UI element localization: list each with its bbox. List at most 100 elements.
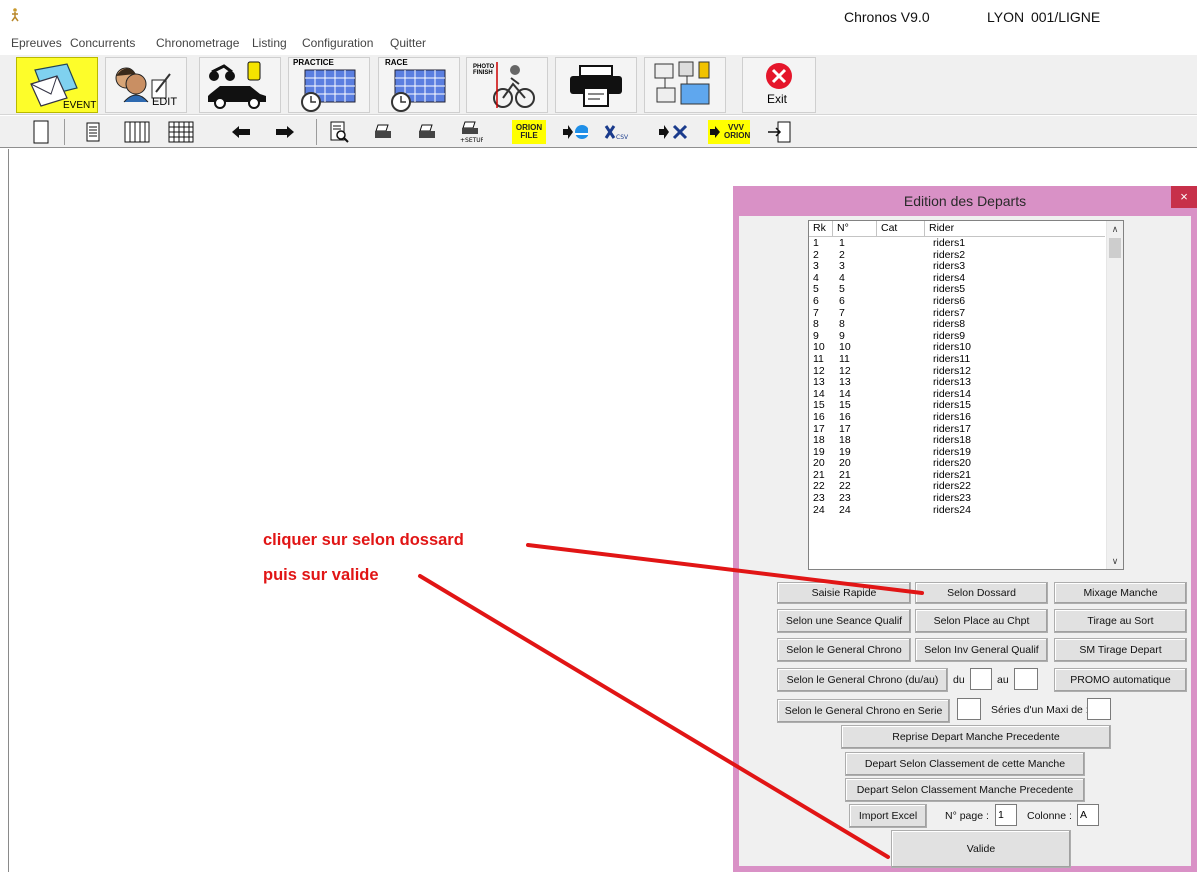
table-row[interactable]: 18 18 riders18 [809, 434, 1105, 447]
print-quick-button[interactable] [414, 119, 440, 145]
previous-button[interactable] [228, 119, 254, 145]
next-button[interactable] [272, 119, 298, 145]
printer-setup-icon: +SETUP [460, 121, 483, 144]
list-view-button[interactable] [80, 119, 106, 145]
tirage-au-sort-button[interactable]: Tirage au Sort [1054, 609, 1187, 633]
menu-chronometrage[interactable]: Chronometrage [156, 36, 239, 50]
print-button[interactable] [555, 57, 637, 113]
print-setup-button[interactable]: +SETUP [458, 119, 484, 145]
table-view-button[interactable] [168, 119, 194, 145]
column-header-rk[interactable]: Rk [809, 221, 833, 237]
series-count-input[interactable] [957, 698, 981, 720]
preview-button[interactable] [326, 119, 352, 145]
series-maxi-input[interactable] [1087, 698, 1111, 720]
exit-button[interactable]: Exit [742, 57, 816, 113]
export-excel-button[interactable] [658, 119, 692, 145]
colonne-label: Colonne : [1027, 810, 1072, 822]
colonne-input[interactable] [1077, 804, 1099, 826]
event-caption: EVENT [63, 100, 97, 111]
app-runner-icon [11, 8, 19, 22]
scroll-up-icon[interactable]: ∧ [1107, 221, 1123, 237]
table-row[interactable]: 24 24 riders24 [809, 504, 1105, 517]
cell-rk: 23 [813, 492, 825, 505]
selon-dossard-button[interactable]: Selon Dossard [915, 582, 1048, 604]
scroll-down-icon[interactable]: ∨ [1107, 553, 1123, 569]
table-row[interactable]: 23 23 riders23 [809, 492, 1105, 505]
list-document-icon [86, 122, 100, 142]
sm-tirage-depart-button[interactable]: SM Tirage Depart [1054, 638, 1187, 662]
depart-classement-manche-precedente-button[interactable]: Depart Selon Classement Manche Precedent… [845, 778, 1085, 802]
scroll-thumb[interactable] [1109, 238, 1121, 258]
export-excel-icon [659, 124, 688, 140]
columns-view-button[interactable] [124, 119, 150, 145]
window-location: LYON 001/LIGNE [987, 9, 1101, 25]
event-button[interactable]: EVENT [16, 57, 98, 113]
annotation-instruction-1: cliquer sur selon dossard [263, 531, 464, 549]
list-vertical-scrollbar[interactable]: ∧ ∨ [1106, 221, 1123, 569]
au-input[interactable] [1014, 668, 1038, 690]
vvv-orion-button[interactable]: VVV ORION [708, 120, 750, 144]
edit-caption: EDIT [152, 96, 178, 108]
cell-rider: riders16 [933, 410, 971, 423]
cell-rider: riders13 [933, 376, 971, 389]
cell-number: 8 [839, 318, 845, 331]
print-preview-icon [330, 121, 349, 143]
export-web-button[interactable] [562, 119, 588, 145]
table-row[interactable]: 16 16 riders16 [809, 410, 1105, 424]
du-input[interactable] [970, 668, 992, 690]
blank-page-button[interactable] [28, 119, 54, 145]
menu-configuration[interactable]: Configuration [302, 36, 373, 50]
cell-number: 11 [839, 352, 850, 365]
menu-concurrents[interactable]: Concurrents [70, 36, 135, 50]
photo-finish-button[interactable]: PHOTO FINISH [466, 57, 548, 113]
print-small-button[interactable] [370, 119, 396, 145]
menu-quitter[interactable]: Quitter [390, 36, 426, 50]
printer-icon [570, 65, 622, 107]
column-header-rider[interactable]: Rider [925, 221, 1105, 237]
table-row[interactable]: 6 6 riders6 [809, 294, 1105, 308]
valide-button[interactable]: Valide [891, 830, 1071, 868]
reprise-depart-manche-precedente-button[interactable]: Reprise Depart Manche Precedente [841, 725, 1111, 749]
n-page-input[interactable] [995, 804, 1017, 826]
cell-number: 13 [839, 376, 851, 389]
depart-classement-cette-manche-button[interactable]: Depart Selon Classement de cette Manche [845, 752, 1085, 776]
blank-page-icon [33, 120, 49, 144]
table-row[interactable]: 13 13 riders13 [809, 377, 1105, 389]
import-excel-button[interactable]: Import Excel [849, 804, 927, 828]
selon-seance-qualif-button[interactable]: Selon une Seance Qualif [777, 609, 911, 633]
network-button[interactable] [644, 57, 726, 113]
vehicles-button[interactable] [199, 57, 281, 113]
csv-label: CSV [616, 134, 629, 141]
columns-grid-icon [124, 121, 150, 143]
mixage-manche-button[interactable]: Mixage Manche [1054, 582, 1187, 604]
selon-general-chrono-button[interactable]: Selon le General Chrono [777, 638, 911, 662]
import-file-button[interactable] [764, 119, 794, 145]
menu-listing[interactable]: Listing [252, 36, 287, 50]
promo-automatique-button[interactable]: PROMO automatique [1054, 668, 1187, 692]
selon-place-chpt-button[interactable]: Selon Place au Chpt [915, 609, 1048, 633]
column-header-number[interactable]: N° [833, 221, 877, 237]
edit-concurrents-button[interactable]: EDIT [105, 57, 187, 113]
dialog-title: Edition des Departs [903, 193, 1027, 209]
orion-file-button[interactable]: ORION FILE [512, 120, 546, 144]
export-csv-button[interactable]: CSV [604, 119, 634, 145]
race-button[interactable]: RACE [378, 57, 460, 113]
title-bar: Chronos V9.0 LYON 001/LIGNE [0, 0, 1197, 34]
saisie-rapide-button[interactable]: Saisie Rapide [777, 582, 911, 604]
selon-general-chrono-serie-button[interactable]: Selon le General Chrono en Serie [777, 699, 950, 723]
selon-general-chrono-du-au-button[interactable]: Selon le General Chrono (du/au) [777, 668, 948, 692]
edition-departs-dialog: Edition des Departs × Rk N° Cat Rider 11… [733, 186, 1197, 872]
cell-number: 23 [839, 492, 851, 505]
practice-button[interactable]: PRACTICE [288, 57, 370, 113]
column-header-cat[interactable]: Cat [877, 221, 925, 237]
selon-inv-general-qualif-button[interactable]: Selon Inv General Qualif [915, 638, 1048, 662]
menu-epreuves[interactable]: Epreuves [11, 36, 62, 50]
table-row[interactable]: 8 8 riders8 [809, 319, 1105, 331]
cell-rk: 6 [813, 294, 819, 307]
printer-quick-icon [419, 124, 435, 138]
dialog-close-button[interactable]: × [1171, 186, 1197, 208]
riders-list[interactable]: Rk N° Cat Rider 1 1 riders1 2 2 riders2 3 3 ride… [808, 220, 1124, 570]
table-row[interactable]: 11 11 riders11 [809, 352, 1105, 366]
arrow-left-icon [232, 126, 250, 138]
table-row[interactable]: 1 1 riders1 [809, 237, 1105, 250]
